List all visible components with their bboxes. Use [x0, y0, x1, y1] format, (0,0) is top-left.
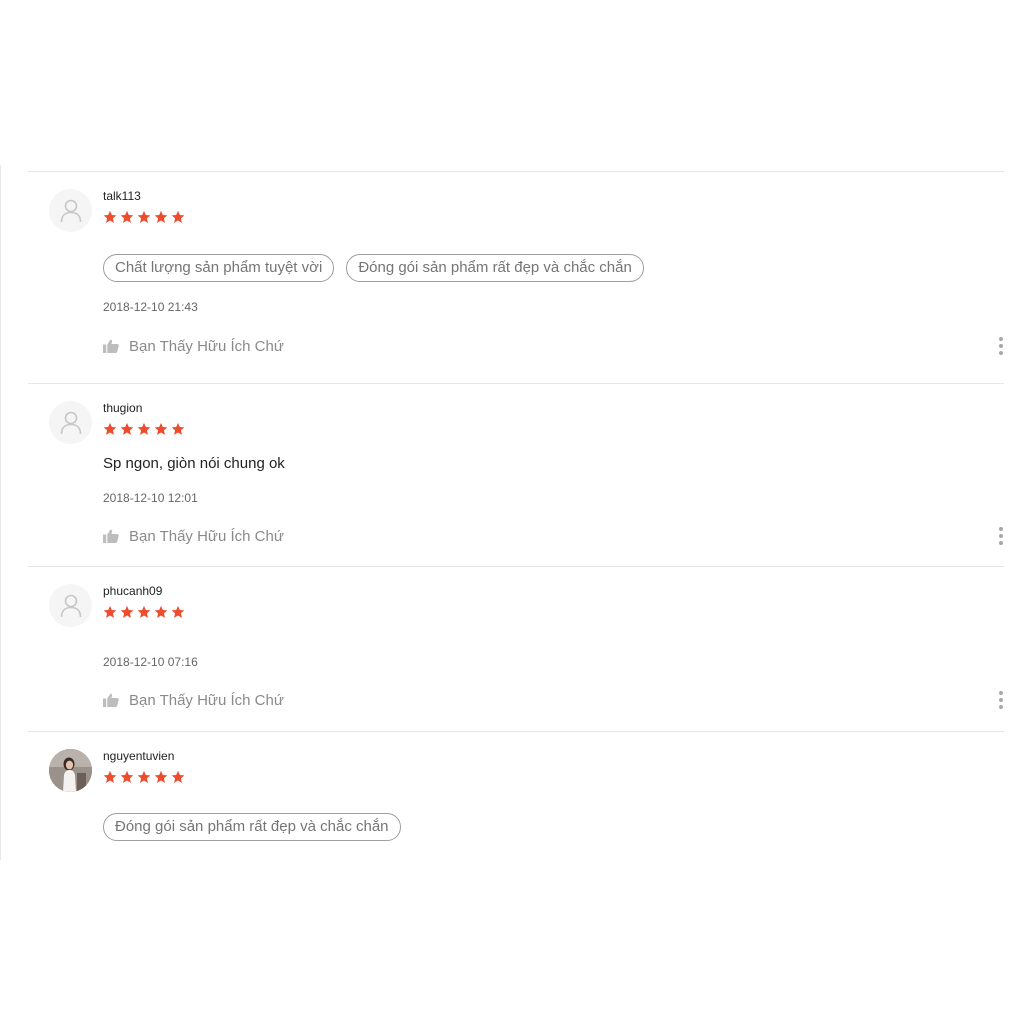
- review-tags: Đóng gói sản phẩm rất đẹp và chắc chắn: [103, 813, 1004, 841]
- star-icon: [120, 422, 134, 436]
- review-actions: Bạn Thấy Hữu Ích Chứ: [103, 525, 1004, 547]
- review-username[interactable]: talk113: [103, 188, 1004, 204]
- more-options-icon[interactable]: [998, 337, 1004, 355]
- star-icon: [103, 605, 117, 619]
- helpful-button[interactable]: Bạn Thấy Hữu Ích Chứ: [129, 338, 284, 355]
- star-icon: [154, 422, 168, 436]
- star-icon: [137, 770, 151, 784]
- default-user-icon: [60, 594, 81, 617]
- star-icon: [137, 210, 151, 224]
- review-date: 2018-12-10 07:16: [103, 655, 198, 669]
- helpful-button[interactable]: Bạn Thấy Hữu Ích Chứ: [129, 692, 284, 709]
- star-icon: [171, 605, 185, 619]
- review-item: thugion Sp ngon, giòn nói chung ok 2018-…: [28, 384, 1004, 567]
- star-icon: [120, 210, 134, 224]
- star-rating: [103, 422, 1004, 436]
- star-icon: [103, 770, 117, 784]
- default-user-icon: [60, 411, 81, 434]
- review-tags: Chất lượng sản phẩm tuyệt vời Đóng gói s…: [103, 254, 1004, 282]
- star-icon: [137, 422, 151, 436]
- review-date: 2018-12-10 21:43: [103, 300, 198, 314]
- user-avatar[interactable]: [49, 584, 92, 627]
- review-item: phucanh09 2018-12-10 07:16 Bạn Thấy Hữu …: [28, 567, 1004, 732]
- star-rating: [103, 605, 1004, 619]
- review-actions: Bạn Thấy Hữu Ích Chứ: [103, 335, 1004, 357]
- star-icon: [154, 605, 168, 619]
- star-icon: [154, 770, 168, 784]
- thumbs-up-icon[interactable]: [103, 692, 121, 708]
- thumbs-up-icon[interactable]: [103, 338, 121, 354]
- default-user-icon: [60, 199, 81, 222]
- review-tag: Đóng gói sản phẩm rất đẹp và chắc chắn: [346, 254, 644, 282]
- left-divider: [0, 165, 1, 860]
- thumbs-up-icon[interactable]: [103, 528, 121, 544]
- helpful-button[interactable]: Bạn Thấy Hữu Ích Chứ: [129, 528, 284, 545]
- user-avatar[interactable]: [49, 189, 92, 232]
- star-icon: [171, 210, 185, 224]
- user-avatar-photo[interactable]: [49, 749, 92, 792]
- star-icon: [171, 770, 185, 784]
- star-icon: [120, 605, 134, 619]
- star-icon: [103, 422, 117, 436]
- reviews-page: talk113 Chất lượng sản phẩm tuyệt vời Đó…: [0, 0, 1024, 1024]
- review-comment: Sp ngon, giòn nói chung ok: [103, 455, 285, 472]
- user-avatar[interactable]: [49, 401, 92, 444]
- star-icon: [120, 770, 134, 784]
- review-tag: Đóng gói sản phẩm rất đẹp và chắc chắn: [103, 813, 401, 841]
- star-rating: [103, 770, 1004, 784]
- more-options-icon[interactable]: [998, 691, 1004, 709]
- star-icon: [171, 422, 185, 436]
- review-actions: Bạn Thấy Hữu Ích Chứ: [103, 689, 1004, 711]
- review-item: nguyentuvien Đóng gói sản phẩm rất đẹp v…: [28, 732, 1004, 860]
- review-username[interactable]: thugion: [103, 400, 1004, 416]
- star-icon: [154, 210, 168, 224]
- review-username[interactable]: phucanh09: [103, 583, 1004, 599]
- star-icon: [137, 605, 151, 619]
- user-photo-icon: [49, 749, 92, 792]
- review-date: 2018-12-10 12:01: [103, 491, 198, 505]
- review-tag: Chất lượng sản phẩm tuyệt vời: [103, 254, 335, 282]
- star-icon: [103, 210, 117, 224]
- review-item: talk113 Chất lượng sản phẩm tuyệt vời Đó…: [28, 172, 1004, 384]
- review-username[interactable]: nguyentuvien: [103, 748, 1004, 764]
- star-rating: [103, 210, 1004, 224]
- review-list: talk113 Chất lượng sản phẩm tuyệt vời Đó…: [28, 171, 1004, 860]
- more-options-icon[interactable]: [998, 527, 1004, 545]
